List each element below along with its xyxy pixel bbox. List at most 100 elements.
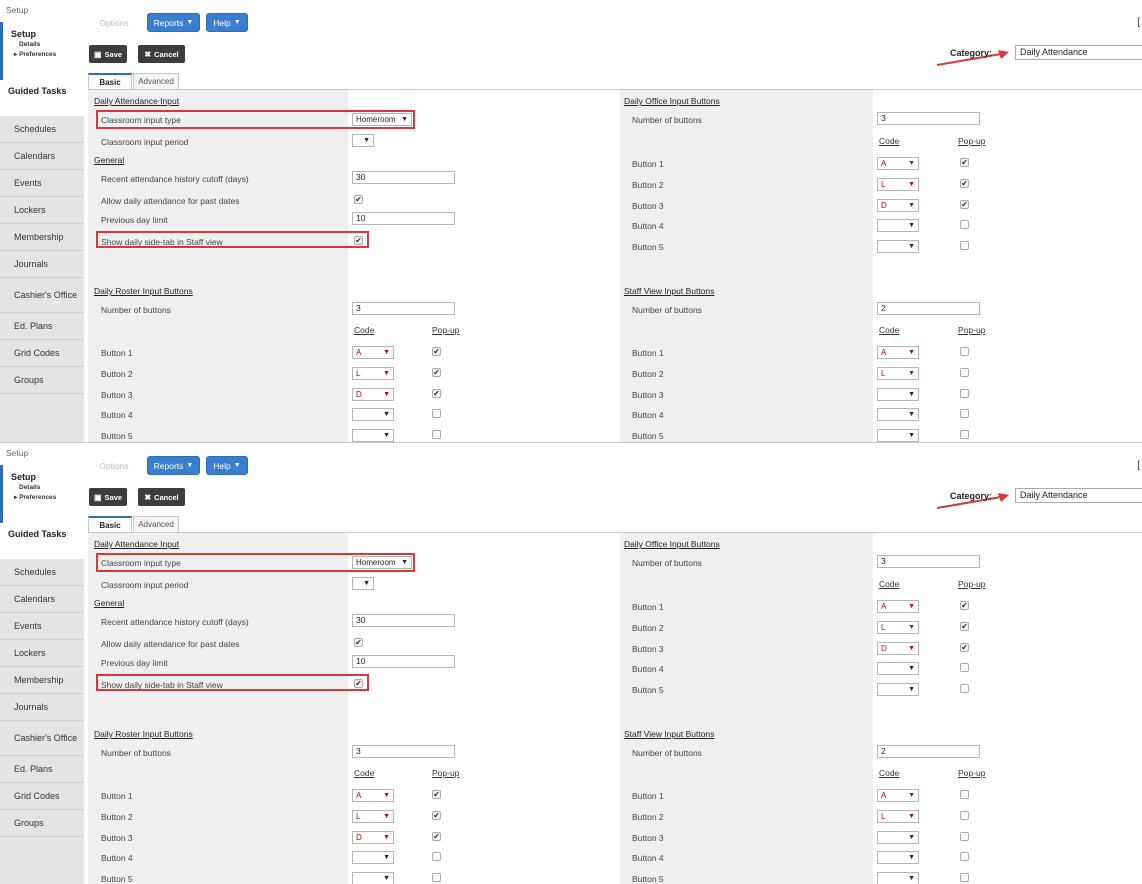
sidebar-item-groups[interactable]: Groups: [0, 367, 84, 394]
button-code-select[interactable]: L ▼: [352, 810, 394, 823]
button-popup-checkbox[interactable]: [432, 873, 441, 882]
button-code-select[interactable]: ▼: [877, 429, 919, 442]
button-popup-checkbox[interactable]: [960, 389, 969, 398]
button-popup-checkbox[interactable]: ✔: [432, 389, 441, 398]
tab-basic[interactable]: Basic: [88, 516, 132, 532]
button-code-select[interactable]: ▼: [877, 408, 919, 421]
cancel-button[interactable]: ✖ Cancel: [138, 488, 185, 506]
button-popup-checkbox[interactable]: [960, 873, 969, 882]
sidebar-details-link[interactable]: Details: [19, 484, 40, 491]
button-code-select[interactable]: ▼: [877, 851, 919, 864]
history-cutoff-input[interactable]: 30: [352, 171, 455, 184]
sidebar-item-events[interactable]: Events: [0, 170, 84, 197]
button-code-select[interactable]: A ▼: [877, 157, 919, 170]
button-popup-checkbox[interactable]: [960, 409, 969, 418]
button-code-select[interactable]: L ▼: [877, 367, 919, 380]
tab-basic[interactable]: Basic: [88, 73, 132, 89]
button-popup-checkbox[interactable]: ✔: [432, 347, 441, 356]
sidebar-item-membership[interactable]: Membership: [0, 224, 84, 251]
button-popup-checkbox[interactable]: [432, 430, 441, 439]
sidebar-item-journals[interactable]: Journals: [0, 251, 84, 278]
button-code-select[interactable]: L ▼: [877, 621, 919, 634]
options-button[interactable]: Options: [86, 456, 142, 475]
button-popup-checkbox[interactable]: [960, 663, 969, 672]
sidebar-item-ed-plans[interactable]: Ed. Plans: [0, 756, 84, 783]
sidebar-item-schedules[interactable]: Schedules: [0, 116, 84, 143]
save-button[interactable]: ▣ Save: [89, 488, 127, 506]
office-num-input[interactable]: 3: [877, 555, 980, 568]
button-popup-checkbox[interactable]: [432, 409, 441, 418]
staff-num-input[interactable]: 2: [877, 302, 980, 315]
save-button[interactable]: ▣ Save: [89, 45, 127, 63]
button-popup-checkbox[interactable]: ✔: [960, 601, 969, 610]
button-popup-checkbox[interactable]: [960, 811, 969, 820]
button-popup-checkbox[interactable]: [960, 430, 969, 439]
reports-button[interactable]: Reports ▼: [147, 13, 200, 32]
sidebar-item-events[interactable]: Events: [0, 613, 84, 640]
sidebar-item-lockers[interactable]: Lockers: [0, 640, 84, 667]
button-popup-checkbox[interactable]: ✔: [960, 200, 969, 209]
button-popup-checkbox[interactable]: ✔: [960, 643, 969, 652]
category-input[interactable]: Daily Attendance: [1015, 488, 1142, 503]
button-popup-checkbox[interactable]: ✔: [432, 368, 441, 377]
button-popup-checkbox[interactable]: ✔: [960, 179, 969, 188]
sidebar-guided-tasks[interactable]: Guided Tasks: [0, 523, 84, 559]
prev-day-limit-input[interactable]: 10: [352, 655, 455, 668]
button-code-select[interactable]: ▼: [877, 683, 919, 696]
button-popup-checkbox[interactable]: [960, 832, 969, 841]
classroom-input-period-select[interactable]: ▼: [352, 134, 374, 147]
sidebar-item-cashiers-office[interactable]: Cashier's Office: [0, 278, 84, 313]
button-popup-checkbox[interactable]: [960, 790, 969, 799]
history-cutoff-input[interactable]: 30: [352, 614, 455, 627]
sidebar-item-grid-codes[interactable]: Grid Codes: [0, 340, 84, 367]
allow-past-checkbox[interactable]: ✔: [354, 195, 363, 204]
button-code-select[interactable]: A ▼: [877, 346, 919, 359]
button-code-select[interactable]: D ▼: [352, 831, 394, 844]
roster-num-input[interactable]: 3: [352, 745, 455, 758]
button-popup-checkbox[interactable]: ✔: [960, 622, 969, 631]
prev-day-limit-input[interactable]: 10: [352, 212, 455, 225]
button-code-select[interactable]: ▼: [877, 662, 919, 675]
sidebar-item-calendars[interactable]: Calendars: [0, 143, 84, 170]
cancel-button[interactable]: ✖ Cancel: [138, 45, 185, 63]
sidebar-item-membership[interactable]: Membership: [0, 667, 84, 694]
office-num-input[interactable]: 3: [877, 112, 980, 125]
button-code-select[interactable]: L ▼: [352, 367, 394, 380]
button-code-select[interactable]: ▼: [877, 388, 919, 401]
sidebar-item-schedules[interactable]: Schedules: [0, 559, 84, 586]
options-button[interactable]: Options: [86, 13, 142, 32]
sidebar-setup[interactable]: Setup Details ▸ Preferences: [0, 465, 84, 523]
button-popup-checkbox[interactable]: [960, 220, 969, 229]
sidebar-preferences-link[interactable]: ▸ Preferences: [14, 493, 56, 501]
sidebar-item-groups[interactable]: Groups: [0, 810, 84, 837]
sidebar-item-journals[interactable]: Journals: [0, 694, 84, 721]
button-popup-checkbox[interactable]: ✔: [432, 790, 441, 799]
button-code-select[interactable]: D ▼: [877, 199, 919, 212]
button-popup-checkbox[interactable]: [432, 852, 441, 861]
button-code-select[interactable]: L ▼: [877, 810, 919, 823]
button-popup-checkbox[interactable]: ✔: [432, 832, 441, 841]
button-code-select[interactable]: L ▼: [877, 178, 919, 191]
classroom-input-period-select[interactable]: ▼: [352, 577, 374, 590]
allow-past-checkbox[interactable]: ✔: [354, 638, 363, 647]
help-button[interactable]: Help ▼: [206, 13, 248, 32]
button-code-select[interactable]: A ▼: [352, 789, 394, 802]
button-popup-checkbox[interactable]: [960, 684, 969, 693]
tab-advanced[interactable]: Advanced: [133, 73, 179, 89]
button-code-select[interactable]: ▼: [352, 872, 394, 884]
sidebar-item-cashiers-office[interactable]: Cashier's Office: [0, 721, 84, 756]
button-popup-checkbox[interactable]: ✔: [432, 811, 441, 820]
sidebar-preferences-link[interactable]: ▸ Preferences: [14, 50, 56, 58]
button-code-select[interactable]: ▼: [877, 240, 919, 253]
button-popup-checkbox[interactable]: [960, 347, 969, 356]
sidebar-guided-tasks[interactable]: Guided Tasks: [0, 80, 84, 116]
button-popup-checkbox[interactable]: ✔: [960, 158, 969, 167]
button-popup-checkbox[interactable]: [960, 241, 969, 250]
button-code-select[interactable]: ▼: [877, 831, 919, 844]
button-popup-checkbox[interactable]: [960, 852, 969, 861]
button-code-select[interactable]: A ▼: [352, 346, 394, 359]
button-code-select[interactable]: A ▼: [877, 789, 919, 802]
button-code-select[interactable]: ▼: [352, 851, 394, 864]
sidebar-item-grid-codes[interactable]: Grid Codes: [0, 783, 84, 810]
button-code-select[interactable]: D ▼: [877, 642, 919, 655]
